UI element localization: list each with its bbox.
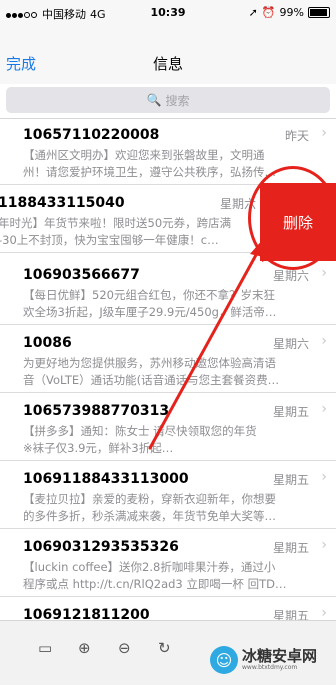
- watermark-url: www.btxtdmy.com: [242, 664, 298, 671]
- watermark: ☺ 冰糖安卓网 www.btxtdmy.com: [210, 640, 336, 680]
- rotate-icon[interactable]: ↻: [158, 639, 171, 657]
- zoom-in-icon[interactable]: ⊕: [78, 639, 91, 657]
- zoom-out-icon[interactable]: ⊖: [118, 639, 131, 657]
- watermark-logo-icon: ☺: [210, 646, 238, 674]
- watermark-brand: 冰糖安卓网: [242, 647, 318, 665]
- layout-icon[interactable]: ▭: [38, 639, 52, 657]
- annotation-arrow: [148, 238, 270, 450]
